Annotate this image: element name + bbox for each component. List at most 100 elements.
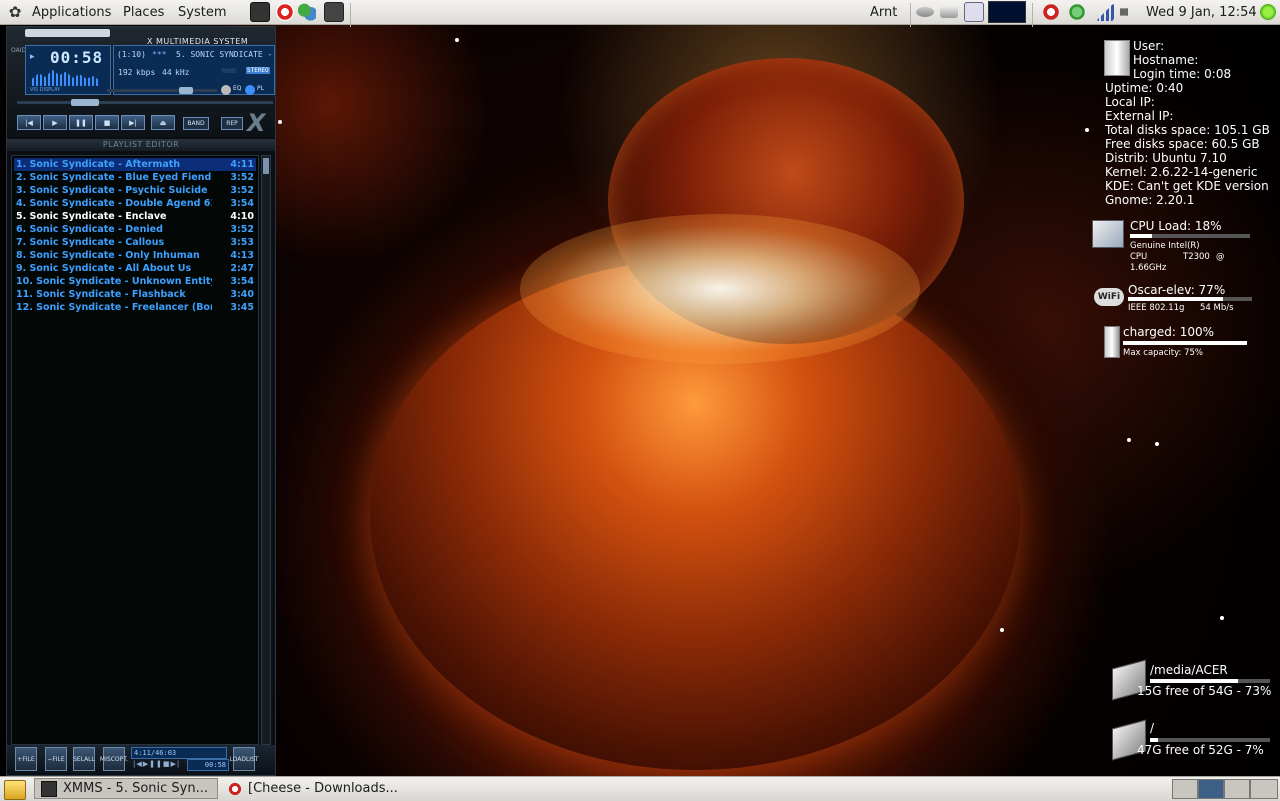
mini-controls-icon[interactable]: |◀▶❚❚■▶| [133, 760, 180, 768]
next-button[interactable]: ▶| [121, 115, 145, 130]
separator [1032, 3, 1033, 27]
playlist-row[interactable]: 5. Sonic Syndicate - Enclave 4:10 [14, 210, 256, 223]
headphones-launcher-icon[interactable] [324, 0, 344, 24]
playlist-row[interactable]: 6. Sonic Syndicate - Denied 3:52 [14, 223, 256, 236]
playlist-row[interactable]: 3. Sonic Syndicate - Psychic Suicide 3:52 [14, 184, 256, 197]
song-title[interactable]: 5. SONIC SYNDICATE - ENCLAVE [176, 50, 272, 59]
playlist-row[interactable]: 10. Sonic Syndicate - Unknown Entity 3:54 [14, 275, 256, 288]
conky-disk1-detail: 15G free of 54G - 73% [1137, 684, 1272, 698]
workspace-1[interactable] [1172, 779, 1198, 799]
playlist: 1. Sonic Syndicate - Aftermath 4:11 2. Son… [11, 155, 259, 745]
trash-icon[interactable] [1250, 779, 1278, 799]
printer-icon[interactable] [940, 0, 958, 24]
add-file-button[interactable]: + FILE [15, 747, 37, 771]
separator [910, 3, 911, 27]
clock[interactable]: Wed 9 Jan, 12:54 [1146, 0, 1257, 24]
conky-disk2-detail: 47G free of 52G - 7% [1137, 743, 1264, 757]
playlist-track-duration: 4:13 [230, 250, 254, 261]
playlist-total-time: 4:11/46:03 [131, 747, 227, 759]
playlist-track-title: 6. Sonic Syndicate - Denied [16, 224, 163, 235]
conky-cpu-load: CPU Load: 18% [1130, 219, 1222, 233]
screenshot-icon[interactable] [964, 0, 984, 24]
cpu-freq-icon[interactable] [1068, 0, 1086, 24]
taskbar-item-xmms[interactable]: XMMS - 5. Sonic Syn... [34, 778, 218, 799]
conky-free-disks: Free disks space: 60.5 GB [1105, 137, 1260, 151]
stop-button[interactable]: ■ [95, 115, 119, 130]
playlist-row[interactable]: 4. Sonic Syndicate - Double Agend 616 3:5… [14, 197, 256, 210]
playlist-row[interactable]: 7. Sonic Syndicate - Callous 3:53 [14, 236, 256, 249]
bitrate: 192 [118, 68, 133, 77]
drive-icon[interactable] [916, 0, 934, 24]
workspace-3[interactable] [1224, 779, 1250, 799]
opera-launcher-icon[interactable] [276, 0, 294, 24]
conky-user: User: [1133, 39, 1165, 53]
band-button[interactable]: BAND [183, 117, 209, 130]
load-list-button[interactable]: LOAD LIST [229, 747, 259, 771]
workspace-2[interactable] [1198, 779, 1224, 799]
playlist-track-title: 11. Sonic Syndicate - Flashback [16, 289, 186, 300]
user-switcher[interactable]: Arnt [870, 0, 897, 24]
stars-icon: *** [152, 50, 167, 59]
conky-external-ip: External IP: [1105, 109, 1174, 123]
computer-icon [1104, 40, 1130, 76]
playlist-row[interactable]: 12. Sonic Syndicate - Freelancer (Bonus … [14, 301, 256, 314]
seek-bar[interactable] [17, 99, 273, 106]
conky-wifi-detail: IEEE 802.11g [1128, 303, 1185, 313]
show-desktop-icon[interactable] [4, 780, 26, 800]
volume-slider[interactable] [107, 87, 217, 94]
volume-icon[interactable] [1120, 0, 1138, 24]
play-button[interactable]: ▶ [43, 115, 67, 130]
conky-disk2-name: / [1150, 721, 1155, 735]
eq-toggle[interactable] [221, 85, 231, 95]
playlist-track-duration: 3:54 [230, 276, 254, 287]
star [1000, 628, 1004, 632]
disk1-bar-fill [1150, 679, 1238, 683]
playlist-current-time: 00:58 [187, 759, 229, 771]
menu-applications[interactable]: Applications [28, 0, 115, 24]
wifi-signal-icon[interactable] [1096, 0, 1114, 24]
select-all-button[interactable]: SEL ALL [73, 747, 95, 771]
xmms-app-icon [41, 780, 57, 797]
remove-file-button[interactable]: − FILE [45, 747, 67, 771]
pause-button[interactable]: ❚❚ [69, 115, 93, 130]
menu-places[interactable]: Places [119, 0, 168, 24]
playlist-track-duration: 3:54 [230, 198, 254, 209]
bitrate-unit: kbps [136, 68, 156, 77]
xmms-main-window: X MULTIMEDIA SYSTEM OAIDU 00:58 ▸ VIS DI… [7, 27, 275, 137]
misc-options-button[interactable]: MISC OPT. [100, 747, 128, 771]
titlebar-handle[interactable] [25, 29, 110, 37]
playlist-editor-title: PLAYLIST EDITOR [7, 139, 275, 151]
playlist-row[interactable]: 11. Sonic Syndicate - Flashback 3:40 [14, 288, 256, 301]
playlist-scrollbar[interactable] [261, 155, 271, 745]
system-monitor-graph[interactable] [988, 0, 1026, 24]
playlist-track-duration: 3:53 [230, 237, 254, 248]
playlist-row[interactable]: 2. Sonic Syndicate - Blue Eyed Fiend 3:52 [14, 171, 256, 184]
menu-system[interactable]: System [174, 0, 230, 24]
playlist-row[interactable]: 9. Sonic Syndicate - All About Us 2:47 [14, 262, 256, 275]
scrollbar-thumb[interactable] [263, 158, 269, 174]
previous-button[interactable]: |◀ [17, 115, 41, 130]
messenger-launcher-icon[interactable] [298, 0, 316, 24]
vis-caption: VIS DISPLAY [30, 87, 61, 93]
playlist-track-duration: 3:52 [230, 185, 254, 196]
spectrum-bars [32, 69, 100, 86]
gnome-foot-icon[interactable]: ✿ [4, 0, 26, 24]
pl-toggle[interactable] [245, 85, 255, 95]
opera-app-icon [228, 781, 242, 796]
playlist-track-title: 12. Sonic Syndicate - Freelancer (Bonus … [16, 302, 212, 313]
repeat-button[interactable]: REP [221, 117, 243, 130]
opera-tray-icon[interactable] [1042, 0, 1060, 24]
collision-flash [520, 214, 920, 364]
playlist-row[interactable]: 8. Sonic Syndicate - Only Inhuman 4:13 [14, 249, 256, 262]
conky-hostname: Hostname: [1133, 53, 1199, 67]
taskbar-item-opera[interactable]: [Cheese - Downloads... [222, 778, 412, 799]
time-display[interactable]: 00:58 [50, 48, 103, 67]
eject-button[interactable]: ⏏ [151, 115, 175, 130]
playlist-track-title: 4. Sonic Syndicate - Double Agend 616 [16, 198, 212, 209]
conky-login-time: Login time: 0:08 [1133, 67, 1232, 81]
playlist-track-title: 1. Sonic Syndicate - Aftermath [16, 159, 181, 170]
playlist-row[interactable]: 1. Sonic Syndicate - Aftermath 4:11 [14, 158, 256, 171]
terminal-launcher-icon[interactable] [250, 0, 270, 24]
power-icon[interactable] [1260, 0, 1276, 24]
xmms-logo-icon: X [247, 109, 266, 137]
